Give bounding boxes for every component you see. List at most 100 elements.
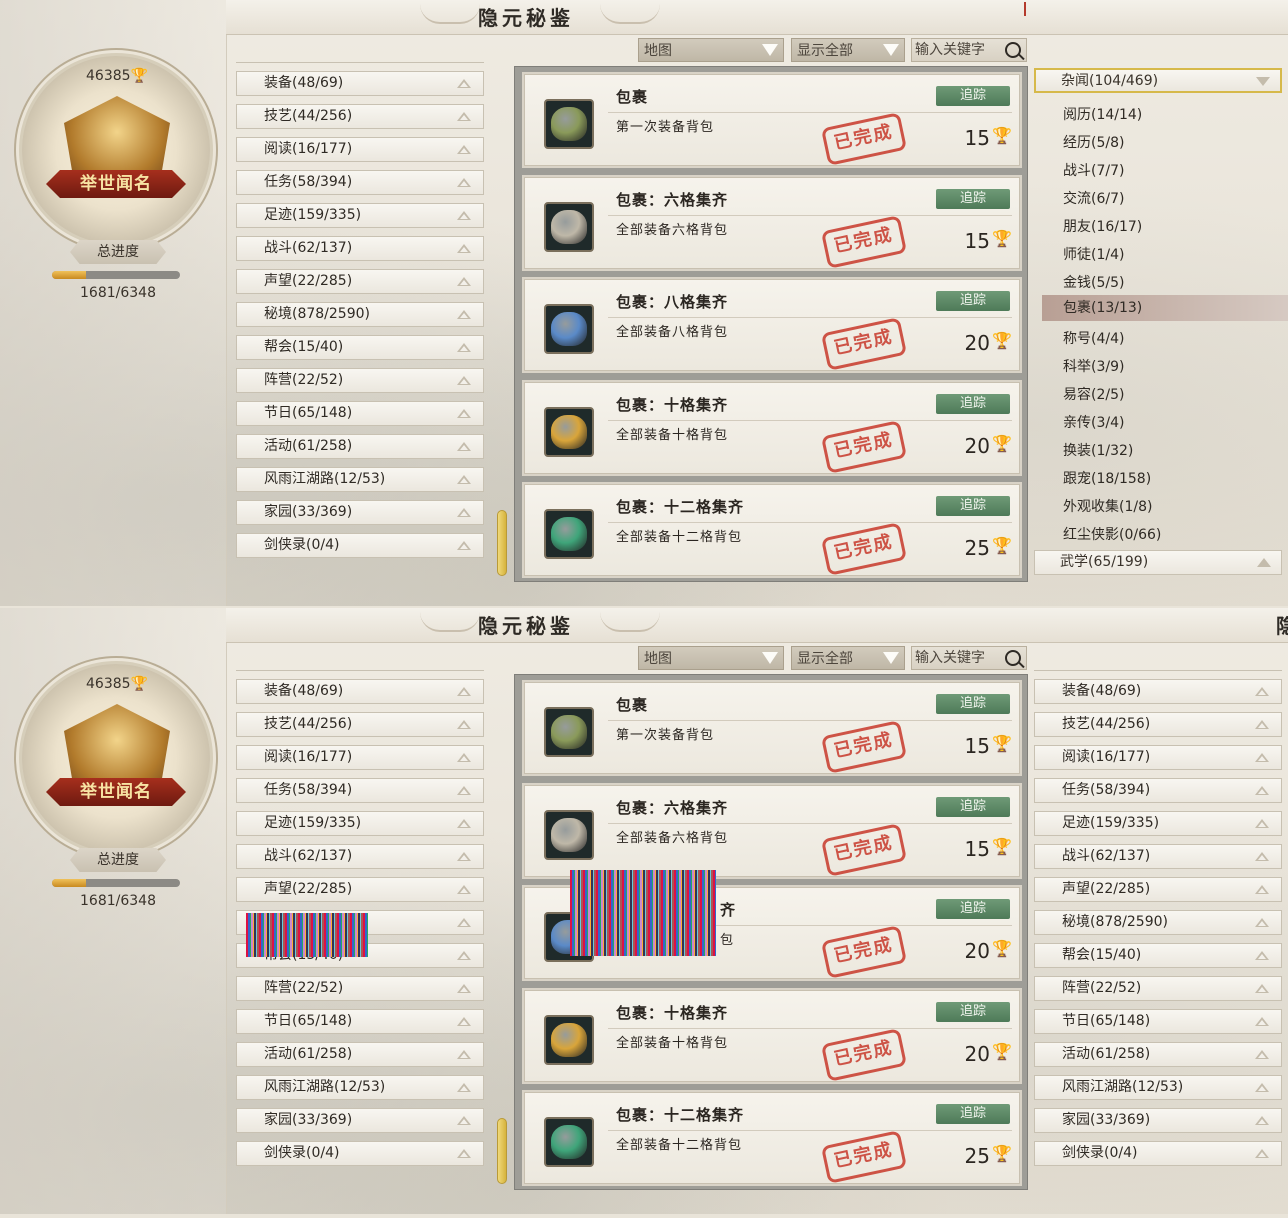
scroll-thumb[interactable] (497, 1118, 507, 1184)
category-item[interactable]: 装备(48/69) (236, 679, 484, 704)
track-button[interactable]: 追踪 (936, 694, 1010, 714)
category-item[interactable]: 家园(33/369) (236, 1108, 484, 1133)
subcategory-item[interactable]: 经历(5/8) (1063, 132, 1124, 152)
category-item[interactable]: 节日(65/148) (236, 401, 484, 426)
track-button[interactable]: 追踪 (936, 291, 1010, 311)
category-item[interactable]: 风雨江湖路(12/53) (236, 467, 484, 492)
search-input[interactable]: 输入关键字 (911, 38, 1027, 62)
search-icon[interactable] (1005, 650, 1021, 666)
category-item[interactable]: 家园(33/369) (236, 500, 484, 525)
category-item[interactable]: 战斗(62/137) (1034, 844, 1282, 869)
track-button[interactable]: 追踪 (936, 796, 1010, 817)
category-item[interactable]: 秘境(878/2590) (236, 302, 484, 327)
search-input[interactable]: 输入关键字 (911, 646, 1027, 670)
track-button[interactable]: 追踪 (936, 496, 1010, 516)
search-icon[interactable] (1005, 42, 1021, 58)
category-item[interactable]: 任务(58/394) (236, 778, 484, 803)
track-button[interactable]: 追踪 (936, 188, 1010, 209)
track-button[interactable]: 追踪 (936, 86, 1010, 106)
category-item[interactable]: 家园(33/369) (1034, 1108, 1282, 1133)
category-item[interactable]: 秘境(878/2590) (1034, 910, 1282, 935)
category-item[interactable]: 声望(22/285) (236, 269, 484, 294)
category-item[interactable]: 阵营(22/52) (1034, 976, 1282, 1001)
category-item[interactable]: 足迹(159/335) (236, 203, 484, 228)
triangle-up-icon (457, 951, 471, 960)
subcategory-item[interactable]: 包裹(13/13) (1042, 295, 1288, 321)
search-placeholder: 输入关键字 (915, 42, 985, 58)
subcategory-item[interactable]: 战斗(7/7) (1063, 160, 1124, 180)
track-button[interactable]: 追踪 (936, 899, 1010, 919)
close-edge[interactable] (1024, 2, 1026, 16)
subcategory-item[interactable]: 换装(1/32) (1063, 440, 1133, 460)
category-scrollbar[interactable] (497, 676, 507, 1184)
category-item[interactable]: 装备(48/69) (236, 71, 484, 96)
category-item[interactable]: 阅读(16/177) (236, 137, 484, 162)
category-item[interactable]: 修为(17/17) (1034, 670, 1282, 671)
subcategory-item[interactable]: 朋友(16/17) (1063, 216, 1142, 236)
subcategory-item[interactable]: 易容(2/5) (1063, 384, 1124, 404)
subcategory-item[interactable]: 红尘侠影(0/66) (1063, 524, 1161, 544)
category-item[interactable]: 剑侠录(0/4) (236, 1141, 484, 1166)
subcategory-item[interactable]: 亲传(3/4) (1063, 412, 1124, 432)
category-item[interactable]: 声望(22/285) (236, 877, 484, 902)
card-divider (608, 419, 1012, 421)
category-item[interactable]: 节日(65/148) (236, 1009, 484, 1034)
category-item[interactable]: 战斗(62/137) (236, 844, 484, 869)
subcategory-item[interactable]: 科举(3/9) (1063, 356, 1124, 376)
category-item[interactable]: 阅读(16/177) (1034, 745, 1282, 770)
category-item[interactable]: 声望(22/285) (1034, 877, 1282, 902)
category-item[interactable]: 阵营(22/52) (236, 976, 484, 1001)
bag-image (551, 107, 587, 141)
bag-image (551, 517, 587, 551)
category-item[interactable]: 阅读(16/177) (236, 745, 484, 770)
subcategory-item[interactable]: 金钱(5/5) (1063, 272, 1124, 292)
track-button[interactable]: 追踪 (936, 1104, 1010, 1124)
category-item[interactable]: 阵营(22/52) (236, 368, 484, 393)
group-header-next[interactable]: 武学(65/199) (1034, 550, 1282, 575)
category-item[interactable]: 帮会(15/40) (236, 335, 484, 360)
subcategory-item[interactable]: 称号(4/4) (1063, 328, 1124, 348)
category-item[interactable]: 节日(65/148) (1034, 1009, 1282, 1034)
display-filter-dropdown[interactable]: 显示全部 (791, 646, 905, 670)
category-scrollbar[interactable] (497, 68, 507, 576)
track-button[interactable]: 追踪 (936, 393, 1010, 414)
triangle-up-icon (1255, 918, 1269, 927)
subcategory-item[interactable]: 外观收集(1/8) (1063, 496, 1152, 516)
category-item[interactable]: 技艺(44/256) (236, 712, 484, 737)
category-item[interactable]: 活动(61/258) (236, 1042, 484, 1067)
triangle-up-icon (457, 277, 471, 286)
category-label: 家园(33/369) (264, 504, 353, 520)
track-button[interactable]: 追踪 (936, 1001, 1010, 1022)
category-item[interactable]: 足迹(159/335) (1034, 811, 1282, 836)
card-divider (608, 522, 1012, 523)
category-item[interactable]: 风雨江湖路(12/53) (236, 1075, 484, 1100)
category-item[interactable]: 技艺(44/256) (1034, 712, 1282, 737)
category-item[interactable]: 装备(48/69) (1034, 679, 1282, 704)
bag-image (551, 209, 587, 244)
category-item[interactable]: 剑侠录(0/4) (236, 533, 484, 558)
category-item[interactable]: 技艺(44/256) (236, 104, 484, 129)
scroll-thumb[interactable] (497, 510, 507, 576)
triangle-up-icon (457, 1083, 471, 1092)
emblem-title: 举世闻名 (46, 778, 186, 806)
map-filter-dropdown[interactable]: 地图 (638, 646, 784, 670)
category-item[interactable]: 活动(61/258) (236, 434, 484, 459)
category-item[interactable]: 帮会(15/40) (1034, 943, 1282, 968)
category-item[interactable]: 任务(58/394) (236, 170, 484, 195)
display-filter-dropdown[interactable]: 显示全部 (791, 38, 905, 62)
subcategory-item[interactable]: 交流(6/7) (1063, 188, 1124, 208)
completed-stamp: 已完成 (820, 419, 908, 474)
category-item[interactable]: 风雨江湖路(12/53) (1034, 1075, 1282, 1100)
map-filter-dropdown[interactable]: 地图 (638, 38, 784, 62)
subcategory-item[interactable]: 阅历(14/14) (1063, 104, 1142, 124)
category-item[interactable]: 修为(17/17) (236, 670, 484, 671)
category-item[interactable]: 修为(17/17) (236, 62, 484, 63)
category-item[interactable]: 战斗(62/137) (236, 236, 484, 261)
category-item[interactable]: 剑侠录(0/4) (1034, 1141, 1282, 1166)
category-item[interactable]: 任务(58/394) (1034, 778, 1282, 803)
category-item[interactable]: 活动(61/258) (1034, 1042, 1282, 1067)
subcategory-item[interactable]: 跟宠(18/158) (1063, 468, 1151, 488)
group-header-open[interactable]: 杂闻(104/469) (1034, 68, 1282, 93)
category-item[interactable]: 足迹(159/335) (236, 811, 484, 836)
subcategory-item[interactable]: 师徒(1/4) (1063, 244, 1124, 264)
